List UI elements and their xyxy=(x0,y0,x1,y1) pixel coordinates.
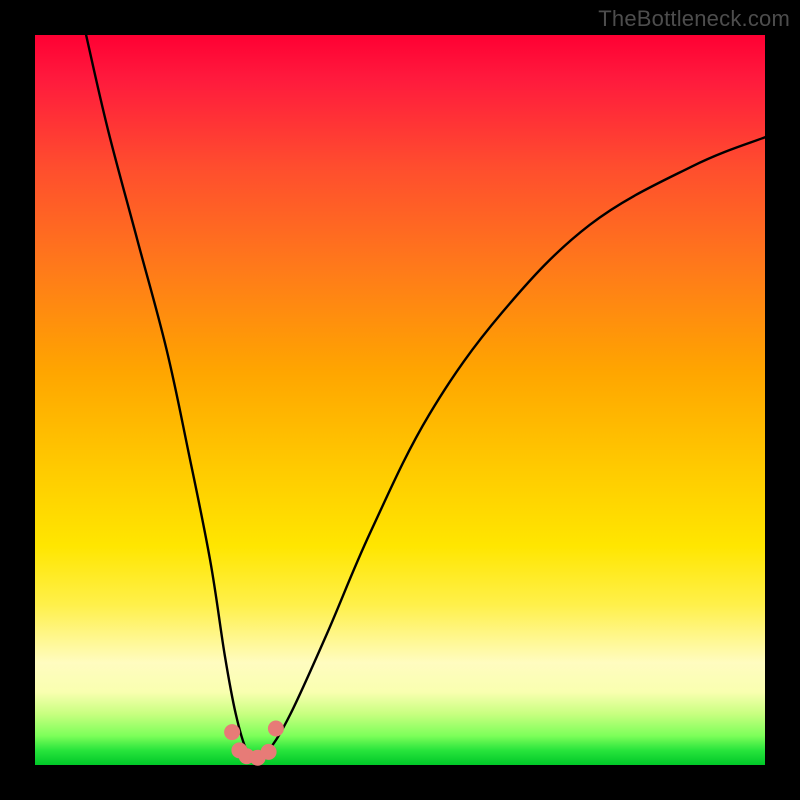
bottleneck-curve xyxy=(86,35,765,758)
chart-plot-area xyxy=(35,35,765,765)
watermark-text: TheBottleneck.com xyxy=(598,6,790,32)
highlight-marker xyxy=(268,721,284,737)
highlight-marker xyxy=(224,724,240,740)
chart-frame: TheBottleneck.com xyxy=(0,0,800,800)
highlight-marker xyxy=(261,744,277,760)
chart-svg xyxy=(35,35,765,765)
